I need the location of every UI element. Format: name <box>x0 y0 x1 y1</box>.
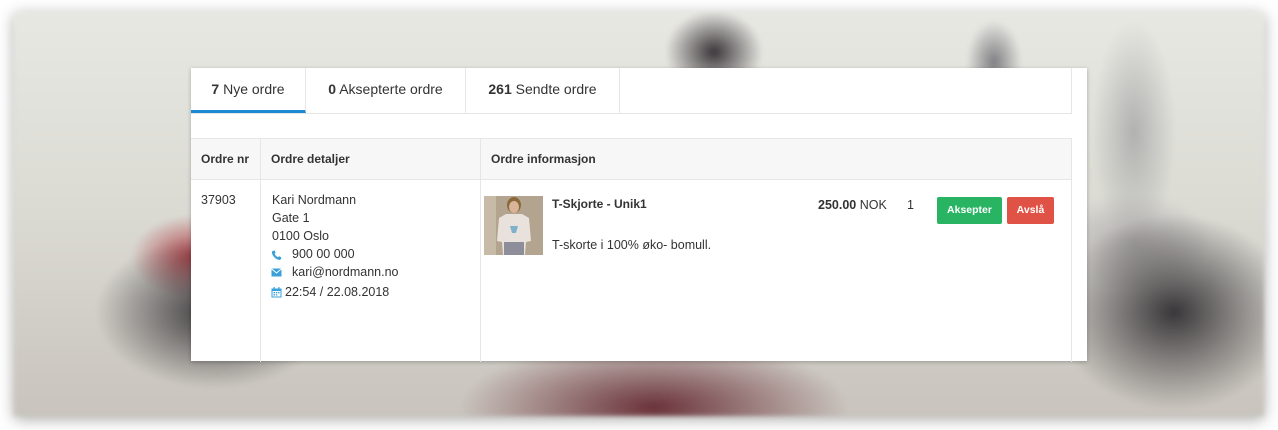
customer-postal: 0100 Oslo <box>272 229 329 243</box>
order-datetime: 22:54 / 22.08.2018 <box>285 285 390 299</box>
orders-panel: 7 Nye ordre 0 Aksepterte ordre 261 Sendt… <box>191 68 1087 362</box>
header-order-info: Ordre informasjon <box>491 152 596 166</box>
product-image <box>484 196 543 255</box>
product-price-block: 250.00 NOK <box>818 198 887 212</box>
customer-phone: 900 00 000 <box>292 247 355 261</box>
tab-new-orders[interactable]: 7 Nye ordre <box>191 68 306 113</box>
header-order-details: Ordre detaljer <box>271 152 350 166</box>
product-description: T-skorte i 100% øko- bomull. <box>552 238 712 252</box>
header-order-nr: Ordre nr <box>201 152 250 166</box>
order-number: 37903 <box>201 193 236 207</box>
screen: 7 Nye ordre 0 Aksepterte ordre 261 Sendt… <box>0 0 1278 430</box>
column-divider <box>480 139 481 362</box>
table-header: Ordre nr Ordre detaljer Ordre informasjo… <box>191 139 1071 180</box>
envelope-icon <box>271 268 282 280</box>
column-divider <box>260 139 261 362</box>
product-currency: NOK <box>859 198 887 212</box>
order-tabs: 7 Nye ordre 0 Aksepterte ordre 261 Sendt… <box>191 68 1072 114</box>
reject-button[interactable]: Avslå <box>1007 197 1054 224</box>
tab-sent-orders-label: Sendte ordre <box>511 81 597 97</box>
accept-button[interactable]: Aksepter <box>937 197 1002 224</box>
product-quantity: 1 <box>907 198 914 212</box>
customer-name: Kari Nordmann <box>272 193 357 207</box>
product-price: 250.00 <box>818 198 857 212</box>
product-name: T-Skjorte - Unik1 <box>552 197 647 211</box>
tab-accepted-orders[interactable]: 0 Aksepterte ordre <box>306 68 466 113</box>
tab-sent-orders[interactable]: 261 Sendte ordre <box>466 68 620 113</box>
calendar-icon <box>271 287 282 301</box>
tab-accepted-orders-count: 0 <box>328 81 337 97</box>
orders-table: Ordre nr Ordre detaljer Ordre informasjo… <box>191 138 1072 362</box>
tab-new-orders-label: Nye ordre <box>219 81 285 97</box>
customer-street: Gate 1 <box>272 211 310 225</box>
phone-icon <box>271 250 282 264</box>
tab-sent-orders-count: 261 <box>488 81 512 97</box>
customer-email: kari@nordmann.no <box>292 265 399 279</box>
tab-accepted-orders-label: Aksepterte ordre <box>336 81 443 97</box>
